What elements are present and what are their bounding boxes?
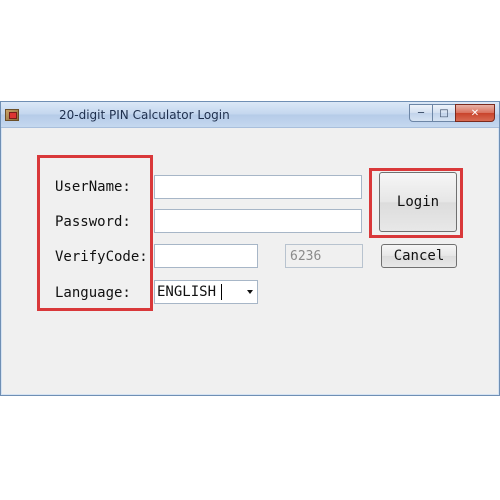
- login-highlight-box: [369, 168, 463, 238]
- minimize-button[interactable]: ─: [409, 104, 433, 122]
- title-bar[interactable]: 20-digit PIN Calculator Login ─ □ ✕: [1, 102, 499, 128]
- chevron-down-icon[interactable]: [247, 290, 253, 294]
- verify-code-display-box: [285, 244, 363, 268]
- language-selected-value: ENGLISH: [157, 284, 217, 300]
- text-cursor: [221, 284, 222, 300]
- app-icon[interactable]: [5, 109, 19, 121]
- labels-highlight-box: [37, 155, 153, 311]
- window-controls: ─ □ ✕: [409, 104, 495, 124]
- verifycode-field-box: [154, 244, 258, 268]
- verifycode-field[interactable]: [155, 245, 257, 267]
- verify-code-display: [286, 245, 362, 267]
- username-field-box: [154, 175, 362, 199]
- window-title: 20-digit PIN Calculator Login: [59, 108, 230, 122]
- username-field[interactable]: [155, 176, 361, 198]
- login-window: 20-digit PIN Calculator Login ─ □ ✕ User…: [0, 101, 500, 396]
- maximize-button[interactable]: □: [432, 104, 456, 122]
- password-field-box: [154, 209, 362, 233]
- cancel-button[interactable]: Cancel: [381, 244, 457, 268]
- language-select[interactable]: ENGLISH: [154, 280, 258, 304]
- close-button[interactable]: ✕: [455, 104, 495, 122]
- password-field[interactable]: [155, 210, 361, 232]
